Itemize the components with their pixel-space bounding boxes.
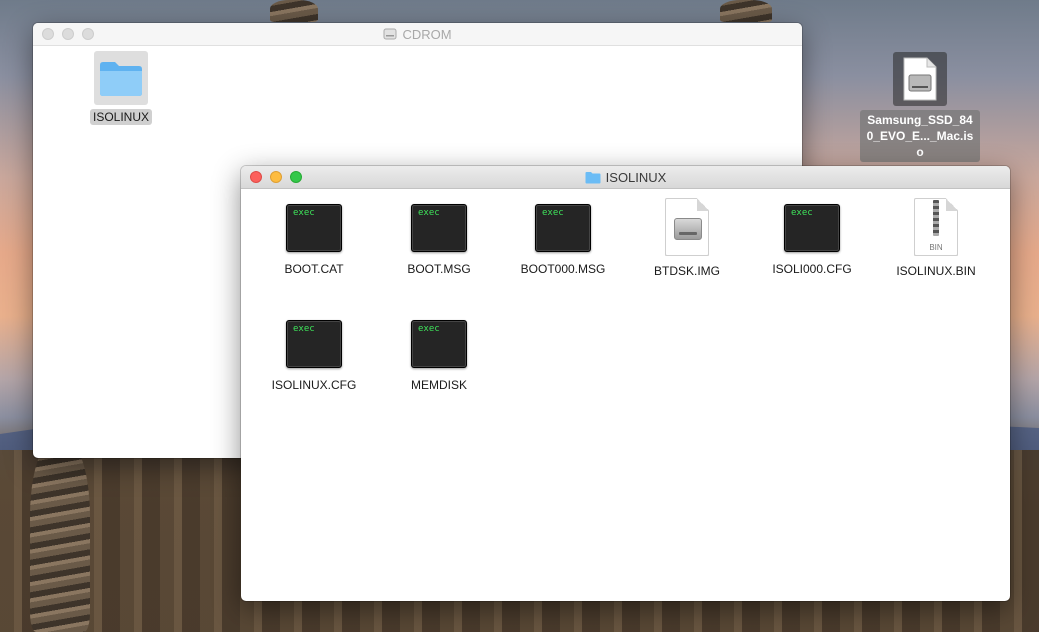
file-memdisk[interactable]: exec MEMDISK bbox=[384, 320, 494, 392]
binary-document-icon: BIN bbox=[914, 198, 958, 256]
minimize-button[interactable] bbox=[270, 171, 282, 183]
file-label: MEMDISK bbox=[410, 378, 467, 392]
file-btdsk-img[interactable]: BTDSK.IMG bbox=[632, 198, 742, 278]
isolinux-titlebar[interactable]: ISOLINUX bbox=[241, 166, 1010, 189]
maximize-button[interactable] bbox=[290, 171, 302, 183]
cdrom-window-title: CDROM bbox=[402, 26, 452, 42]
exec-icon: exec bbox=[411, 204, 467, 252]
folder-isolinux-label: ISOLINUX bbox=[89, 109, 152, 125]
minimize-button[interactable] bbox=[62, 28, 74, 40]
file-boot-msg[interactable]: exec BOOT.MSG bbox=[384, 204, 494, 276]
file-label: ISOLINUX.BIN bbox=[896, 264, 976, 278]
file-label: BTDSK.IMG bbox=[653, 264, 720, 278]
isolinux-window[interactable]: ISOLINUX exec BOOT.CAT exec BOOT.MSG exe… bbox=[241, 166, 1010, 601]
bin-badge: BIN bbox=[929, 243, 943, 252]
desktop-palm-top bbox=[270, 0, 318, 22]
exec-icon: exec bbox=[286, 320, 342, 368]
file-boot000-msg[interactable]: exec BOOT000.MSG bbox=[508, 204, 618, 276]
cdrom-drive-icon bbox=[383, 28, 397, 40]
disk-image-icon bbox=[665, 198, 709, 256]
folder-isolinux[interactable]: ISOLINUX bbox=[66, 51, 176, 126]
file-label: BOOT000.MSG bbox=[520, 262, 606, 276]
file-isolinux-cfg[interactable]: exec ISOLINUX.CFG bbox=[259, 320, 369, 392]
close-button[interactable] bbox=[250, 171, 262, 183]
cdrom-titlebar[interactable]: CDROM bbox=[33, 23, 802, 46]
isolinux-window-title: ISOLINUX bbox=[605, 169, 667, 185]
close-button[interactable] bbox=[42, 28, 54, 40]
file-isolinux-bin[interactable]: BIN ISOLINUX.BIN bbox=[881, 198, 991, 278]
file-label: BOOT.CAT bbox=[284, 262, 344, 276]
exec-icon: exec bbox=[535, 204, 591, 252]
file-label: ISOLINUX.CFG bbox=[271, 378, 357, 392]
exec-icon: exec bbox=[784, 204, 840, 252]
file-label: BOOT.MSG bbox=[407, 262, 471, 276]
file-label: ISOLI000.CFG bbox=[772, 262, 852, 276]
desktop-palm-top-right bbox=[720, 0, 772, 22]
folder-icon bbox=[94, 51, 148, 105]
file-isoli000-cfg[interactable]: exec ISOLI000.CFG bbox=[757, 204, 867, 276]
desktop-palm-left bbox=[30, 440, 90, 632]
desktop-iso-file[interactable]: Samsung_SSD_840_EVO_E..._Mac.iso bbox=[859, 52, 981, 162]
exec-icon: exec bbox=[286, 204, 342, 252]
file-boot-cat[interactable]: exec BOOT.CAT bbox=[259, 204, 369, 276]
disk-image-icon bbox=[893, 52, 947, 106]
exec-icon: exec bbox=[411, 320, 467, 368]
folder-icon bbox=[585, 171, 601, 183]
maximize-button[interactable] bbox=[82, 28, 94, 40]
desktop-iso-label: Samsung_SSD_840_EVO_E..._Mac.iso bbox=[860, 110, 980, 162]
